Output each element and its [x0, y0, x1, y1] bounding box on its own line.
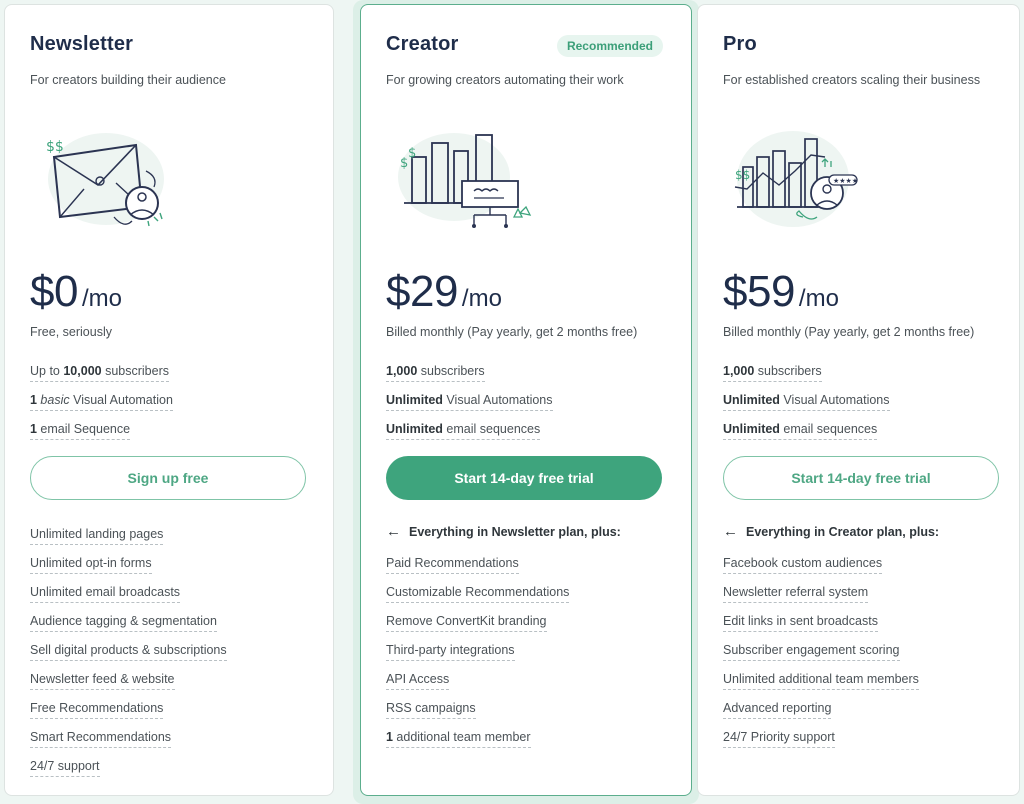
price-period: /mo	[798, 285, 839, 312]
start-free-trial-button[interactable]: Start 14-day free trial	[723, 456, 999, 500]
includes-label: Everything in Creator plan, plus:	[746, 524, 940, 539]
feature-item[interactable]: Subscriber engagement scoring	[723, 643, 900, 661]
feature-item[interactable]: Smart Recommendations	[30, 730, 172, 748]
includes-previous-plan: ← Everything in Newsletter plan, plus:	[386, 523, 621, 540]
feature-item[interactable]: Unlimited opt-in forms	[30, 556, 152, 574]
plan-limit-item[interactable]: 1,000 subscribers	[386, 364, 485, 382]
plan-limit-item[interactable]: 1 basic Visual Automation	[30, 393, 173, 411]
plan-title: Creator	[386, 33, 459, 55]
feature-item[interactable]: Audience tagging & segmentation	[30, 614, 217, 632]
plan-title: Newsletter	[30, 33, 134, 55]
plan-card-creator: Creator Recommended For growing creators…	[360, 4, 692, 796]
plan-card-pro: Pro For established creators scaling the…	[697, 4, 1020, 796]
svg-text:$: $	[408, 146, 416, 161]
growth-chart-illustration-icon: ★★★★ $$	[734, 131, 858, 227]
price-note: Billed monthly (Pay yearly, get 2 months…	[386, 325, 638, 339]
plan-limit-item[interactable]: 1 email Sequence	[30, 422, 131, 440]
plan-card-newsletter: Newsletter For creators building their a…	[4, 4, 334, 796]
feature-item[interactable]: Paid Recommendations	[386, 556, 519, 574]
feature-item[interactable]: RSS campaigns	[386, 701, 476, 719]
svg-text:★★★★: ★★★★	[833, 177, 858, 185]
price-amount: $59	[723, 267, 795, 316]
plan-price: $29/mo	[386, 267, 502, 317]
plan-price: $59/mo	[723, 267, 839, 317]
plan-tagline: For creators building their audience	[30, 73, 226, 87]
feature-item[interactable]: Advanced reporting	[723, 701, 832, 719]
feature-item[interactable]: Sell digital products & subscriptions	[30, 643, 227, 661]
arrow-left-icon: ←	[723, 523, 738, 540]
sign-up-free-button[interactable]: Sign up free	[30, 456, 306, 500]
feature-item[interactable]: Newsletter feed & website	[30, 672, 175, 690]
plan-tagline: For established creators scaling their b…	[723, 73, 981, 87]
envelope-illustration-icon: $$	[46, 133, 164, 227]
bar-chart-illustration-icon: $ $	[398, 133, 532, 228]
plan-price: $0/mo	[30, 267, 122, 317]
plan-limit-item[interactable]: 1,000 subscribers	[723, 364, 822, 382]
feature-item[interactable]: Remove ConvertKit branding	[386, 614, 547, 632]
price-note: Free, seriously	[30, 325, 112, 339]
feature-item[interactable]: API Access	[386, 672, 450, 690]
plan-limit-item[interactable]: Unlimited Visual Automations	[386, 393, 553, 411]
feature-item[interactable]: Edit links in sent broadcasts	[723, 614, 878, 632]
arrow-left-icon: ←	[386, 523, 401, 540]
feature-item[interactable]: Customizable Recommendations	[386, 585, 570, 603]
price-amount: $29	[386, 267, 458, 316]
feature-item[interactable]: 24/7 support	[30, 759, 100, 777]
plan-limit-item[interactable]: Unlimited email sequences	[723, 422, 878, 440]
svg-text:$$: $$	[735, 168, 750, 182]
feature-item[interactable]: Third-party integrations	[386, 643, 515, 661]
includes-label: Everything in Newsletter plan, plus:	[409, 524, 621, 539]
start-free-trial-button[interactable]: Start 14-day free trial	[386, 456, 662, 500]
plan-limit-item[interactable]: Unlimited Visual Automations	[723, 393, 890, 411]
feature-item[interactable]: Unlimited email broadcasts	[30, 585, 181, 603]
feature-item[interactable]: Unlimited landing pages	[30, 527, 164, 545]
price-period: /mo	[461, 285, 502, 312]
svg-text:$$: $$	[46, 139, 64, 155]
plan-limit-item[interactable]: Up to 10,000 subscribers	[30, 364, 169, 382]
feature-item[interactable]: 1 additional team member	[386, 730, 531, 748]
feature-item[interactable]: Free Recommendations	[30, 701, 164, 719]
feature-item[interactable]: 24/7 Priority support	[723, 730, 835, 748]
price-note: Billed monthly (Pay yearly, get 2 months…	[723, 325, 975, 339]
feature-item[interactable]: Facebook custom audiences	[723, 556, 883, 574]
plan-title: Pro	[723, 33, 757, 55]
plan-limit-item[interactable]: Unlimited email sequences	[386, 422, 541, 440]
feature-item[interactable]: Unlimited additional team members	[723, 672, 919, 690]
recommended-badge: Recommended	[556, 35, 663, 57]
plan-tagline: For growing creators automating their wo…	[386, 73, 624, 87]
includes-previous-plan: ← Everything in Creator plan, plus:	[723, 523, 939, 540]
price-amount: $0	[30, 267, 78, 316]
feature-item[interactable]: Newsletter referral system	[723, 585, 869, 603]
price-period: /mo	[81, 285, 122, 312]
